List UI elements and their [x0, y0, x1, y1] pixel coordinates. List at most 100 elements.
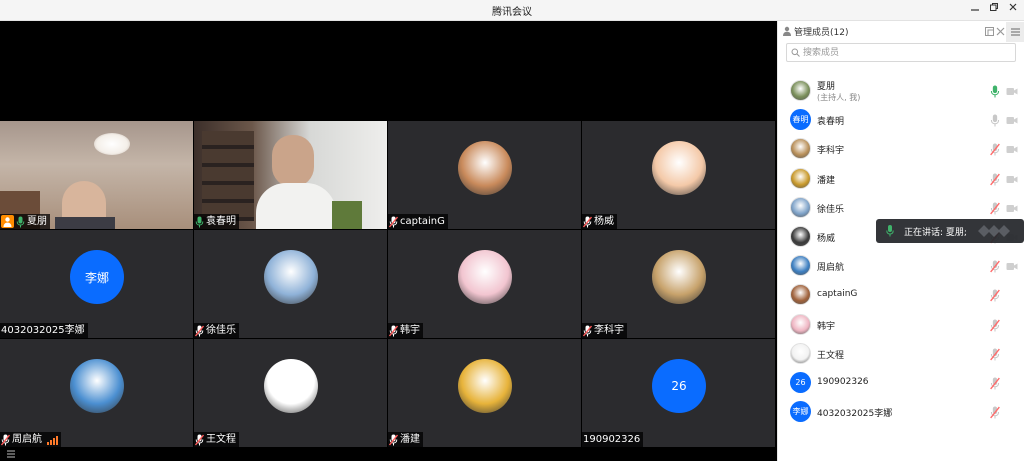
participant-avatar	[458, 250, 512, 304]
mic-muted-icon[interactable]	[990, 348, 1000, 361]
microphone-icon	[16, 216, 25, 227]
mic-muted-icon[interactable]	[990, 289, 1000, 302]
microphone-icon[interactable]	[990, 85, 1000, 98]
camera-icon[interactable]	[1006, 175, 1018, 184]
member-row[interactable]: 26 190902326	[778, 369, 1024, 398]
participant-avatar	[70, 359, 124, 413]
video-tile[interactable]: 徐佳乐	[194, 230, 387, 338]
camera-icon[interactable]	[1006, 204, 1018, 213]
mic-muted-icon	[389, 216, 398, 227]
participant-name: 袁春明	[206, 216, 236, 227]
camera-icon[interactable]	[1006, 262, 1018, 271]
participant-name: 潘建	[400, 434, 420, 445]
camera-icon[interactable]	[1006, 87, 1018, 96]
menu-icon	[1011, 28, 1020, 36]
video-tile[interactable]: 袁春明	[194, 121, 387, 229]
minimize-button[interactable]	[967, 2, 983, 18]
speaking-text: 正在讲话: 夏朋;	[904, 228, 967, 238]
member-row[interactable]: captainG	[778, 281, 1024, 310]
participant-name: 王文程	[206, 434, 236, 445]
participant-name-tag: 杨威	[582, 214, 617, 229]
popout-icon[interactable]	[985, 27, 994, 36]
member-row[interactable]: 春明 袁春明	[778, 106, 1024, 135]
participant-name-tag: 周启航	[0, 432, 61, 447]
mic-muted-icon	[1, 434, 10, 445]
mic-muted-icon[interactable]	[990, 406, 1000, 419]
member-row[interactable]: 潘建	[778, 165, 1024, 194]
participant-avatar	[458, 359, 512, 413]
camera-feed	[0, 121, 193, 229]
video-grid: 夏朋 袁春明 captainG 杨威李娜 4032032025李娜 徐佳乐 韩宇 李科宇周启航…	[0, 21, 777, 461]
restore-button[interactable]	[986, 2, 1002, 18]
mic-muted-icon[interactable]	[990, 143, 1000, 156]
participant-name: 4032032025李娜	[1, 325, 85, 336]
member-name: 杨威	[817, 234, 836, 244]
member-row[interactable]: 韩宇	[778, 311, 1024, 340]
close-button[interactable]	[1005, 2, 1021, 18]
mic-muted-icon[interactable]	[990, 202, 1000, 215]
participant-name: 夏朋	[27, 216, 47, 227]
member-name: captainG	[817, 289, 858, 300]
participant-name: 周启航	[12, 434, 42, 445]
mic-muted-icon[interactable]	[990, 173, 1000, 186]
video-tile[interactable]: 杨威	[582, 121, 775, 229]
member-row[interactable]: 夏朋 (主持人, 我)	[778, 77, 1024, 106]
member-name: 袁春明	[817, 117, 845, 128]
member-avatar	[790, 196, 811, 218]
video-tile[interactable]: 韩宇	[388, 230, 581, 338]
participant-name-tag: 夏朋	[0, 214, 50, 229]
camera-feed	[194, 121, 387, 229]
speaking-indicator: 正在讲话: 夏朋;	[876, 219, 1024, 243]
member-avatar	[790, 167, 811, 189]
member-row[interactable]: 王文程	[778, 340, 1024, 369]
member-name: 李科宇	[817, 146, 845, 157]
mic-muted-icon	[389, 325, 398, 336]
member-row[interactable]: 李科宇	[778, 135, 1024, 164]
camera-icon[interactable]	[1006, 116, 1018, 125]
participant-name-tag: 徐佳乐	[194, 323, 239, 338]
participant-avatar	[652, 141, 706, 195]
title-bar: 腾讯会议	[0, 0, 1024, 21]
mic-muted-icon[interactable]	[990, 319, 1000, 332]
microphone-icon[interactable]	[990, 114, 1000, 127]
member-search[interactable]	[786, 43, 1016, 62]
participant-name: 杨威	[594, 216, 614, 227]
microphone-icon	[886, 225, 894, 237]
video-tile[interactable]: 夏朋	[0, 121, 193, 229]
participant-avatar	[264, 250, 318, 304]
participant-name-tag: 潘建	[388, 432, 423, 447]
menu-button[interactable]	[1006, 22, 1024, 42]
member-row[interactable]: 李娜 4032032025李娜	[778, 398, 1024, 427]
member-avatar	[790, 226, 811, 247]
video-tile[interactable]: 潘建	[388, 339, 581, 447]
participant-name: 190902326	[583, 434, 641, 445]
video-tile[interactable]: 李科宇	[582, 230, 775, 338]
member-initials: 26	[795, 378, 806, 387]
restore-icon	[990, 3, 998, 11]
video-tile[interactable]: 王文程	[194, 339, 387, 447]
mic-muted-icon[interactable]	[990, 377, 1000, 390]
search-input[interactable]	[803, 46, 1003, 60]
mic-muted-icon	[195, 434, 204, 445]
mic-muted-icon[interactable]	[990, 260, 1000, 273]
video-tile[interactable]: 26 190902326	[582, 339, 775, 447]
user-icon	[783, 26, 791, 36]
member-name: 4032032025李娜	[817, 409, 893, 420]
toolbar-toggle-icon[interactable]	[6, 449, 16, 459]
panel-close-icon[interactable]	[996, 27, 1005, 36]
member-avatar: 李娜	[790, 401, 811, 423]
member-role: (主持人, 我)	[817, 93, 861, 102]
video-tile[interactable]: 李娜 4032032025李娜	[0, 230, 193, 338]
video-tile[interactable]: 周启航	[0, 339, 193, 447]
video-tile[interactable]: captainG	[388, 121, 581, 229]
member-name: 夏朋	[817, 82, 836, 92]
participant-avatar	[652, 250, 706, 304]
participant-avatar: 李娜	[70, 250, 124, 304]
member-panel-header: 管理成员(12)	[778, 21, 1024, 42]
participant-avatar	[264, 359, 318, 413]
member-avatar	[790, 80, 811, 101]
member-row[interactable]: 周启航	[778, 252, 1024, 281]
camera-icon[interactable]	[1006, 145, 1018, 154]
member-name: 王文程	[817, 350, 845, 361]
member-avatar: 26	[790, 372, 811, 393]
